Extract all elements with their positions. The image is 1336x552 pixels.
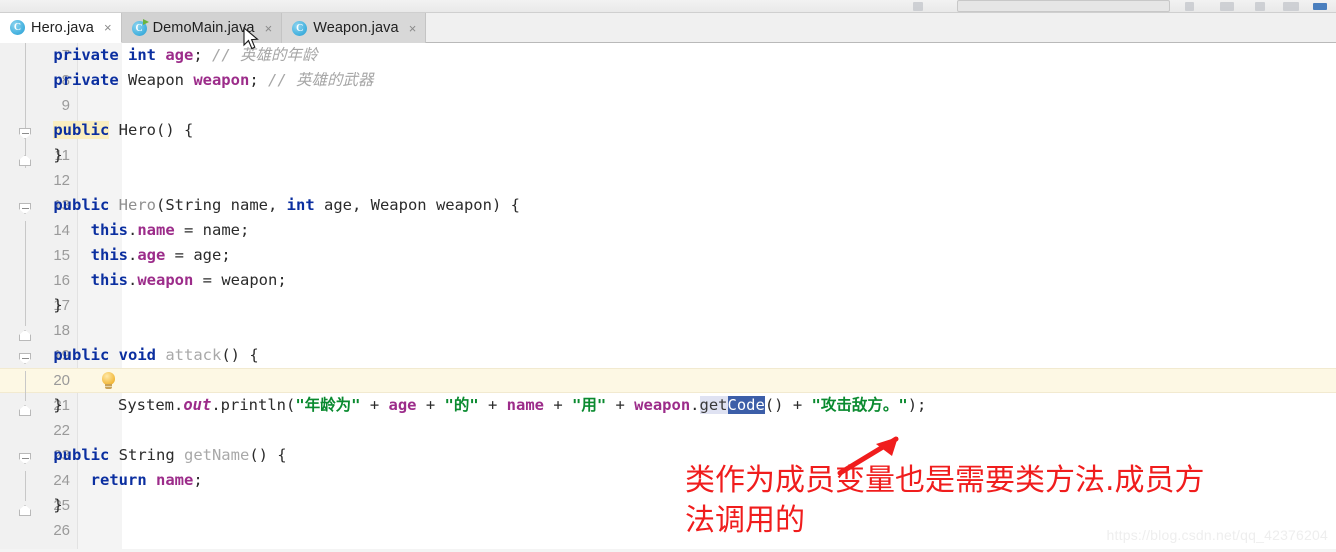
- editor-tab-hero[interactable]: C Hero.java ×: [0, 13, 122, 43]
- code-line: public Hero(String name, int age, Weapon…: [53, 196, 520, 214]
- navigation-search-box[interactable]: [957, 0, 1170, 12]
- code-token-out: out: [183, 396, 212, 414]
- code-line: public Hero() {: [53, 121, 194, 139]
- code-line: }: [53, 146, 63, 164]
- code-token-name: name: [506, 396, 544, 414]
- toolbar-icon-debug[interactable]: [1255, 2, 1265, 11]
- editor-tab-label: DemoMain.java: [152, 20, 255, 36]
- editor-tab-weapon[interactable]: C Weapon.java ×: [282, 13, 427, 43]
- line-number: 12: [53, 172, 70, 189]
- line-number: 22: [53, 422, 70, 439]
- java-class-icon: C: [10, 20, 25, 35]
- code-token-string-2: "的": [444, 396, 479, 414]
- main-toolbar-cropped: [0, 0, 1336, 13]
- toolbar-icon-settings[interactable]: [1283, 2, 1299, 11]
- code-token-string-3: "用": [572, 396, 607, 414]
- code-token-age: age: [388, 396, 417, 414]
- code-line: public String getName() {: [53, 446, 287, 464]
- toolbar-icon-run[interactable]: [1185, 2, 1194, 11]
- line-number: 18: [53, 322, 70, 339]
- toolbar-icon-more[interactable]: [1220, 2, 1234, 11]
- editor-tab-label: Hero.java: [31, 19, 94, 36]
- toolbar-icon-a[interactable]: [913, 2, 923, 11]
- tab-close-icon[interactable]: ×: [265, 22, 273, 35]
- line-number: 26: [53, 522, 70, 539]
- watermark-text: https://blog.csdn.net/qq_42376204: [1106, 527, 1328, 543]
- editor-tab-bar: C Hero.java × C DemoMain.java × C Weapon…: [0, 13, 1336, 43]
- code-token-get-occurrence: get: [699, 396, 728, 414]
- java-class-icon: C: [292, 20, 308, 36]
- code-line: private Weapon weapon; // 英雄的武器: [53, 71, 374, 89]
- code-line: this.name = name;: [90, 221, 250, 239]
- code-token-string-1: "年龄为": [295, 396, 361, 414]
- code-line: public void attack() {: [53, 346, 259, 364]
- editor-tab-label: Weapon.java: [313, 20, 399, 36]
- code-line: this.age = age;: [90, 246, 231, 264]
- code-line: return name;: [90, 471, 203, 489]
- code-token-string-4: "攻击敌方。": [811, 396, 908, 414]
- line-number: 9: [61, 97, 70, 114]
- code-token-println: .println(: [211, 396, 296, 414]
- code-line: }: [53, 396, 63, 414]
- code-editor[interactable]: 7 8 9 10 11 12 13 14 15 16 17 18 19 20 2…: [0, 43, 1336, 552]
- java-class-runnable-icon: C: [131, 18, 149, 36]
- line-number: 20: [53, 372, 70, 389]
- toolbar-icon-project[interactable]: [1313, 3, 1327, 10]
- code-line: this.weapon = weapon;: [90, 271, 287, 289]
- code-token-system: System.: [118, 396, 184, 414]
- code-line: }: [53, 496, 63, 514]
- tab-close-icon[interactable]: ×: [104, 21, 112, 34]
- code-line-current: System.out.println("年龄为" + age + "的" + n…: [118, 396, 927, 414]
- editor-tab-demomain[interactable]: C DemoMain.java ×: [121, 13, 283, 43]
- code-token-weapon: weapon: [634, 396, 691, 414]
- code-line: }: [53, 296, 63, 314]
- tab-close-icon[interactable]: ×: [409, 22, 417, 35]
- code-token-selection[interactable]: Code: [727, 396, 765, 414]
- ide-window: C Hero.java × C DemoMain.java × C Weapon…: [0, 0, 1336, 552]
- code-line: private int age; // 英雄的年龄: [53, 46, 318, 64]
